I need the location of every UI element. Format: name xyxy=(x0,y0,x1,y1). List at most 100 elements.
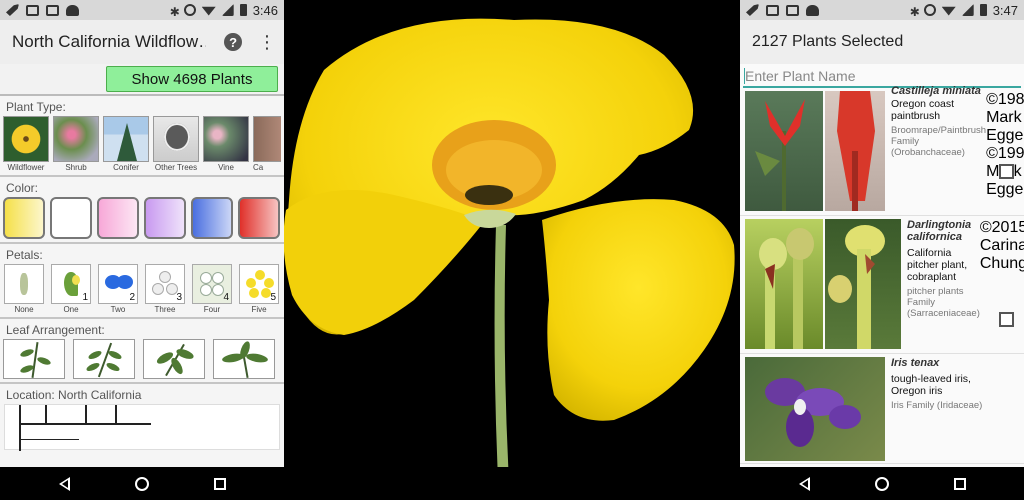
back-button[interactable] xyxy=(792,467,816,500)
plant-list-item[interactable]: Darlingtonia californica California pitc… xyxy=(740,216,1024,354)
alarm-icon xyxy=(923,4,936,16)
plant-type-label: Plant Type: xyxy=(6,100,66,114)
plant-type-caption: Other Trees xyxy=(154,163,198,172)
petal-tile: 4 xyxy=(192,264,232,304)
plant-list-item[interactable]: Iris tenax tough-leaved iris, Oregon iri… xyxy=(740,354,1024,464)
plant-type-cactus[interactable]: Ca xyxy=(253,116,281,172)
color-swatch-1[interactable] xyxy=(50,197,92,239)
poppy-petal-right xyxy=(542,199,735,421)
stem-shape xyxy=(97,342,113,378)
plant-type-shrub[interactable]: Shrub xyxy=(53,116,99,172)
leaf-arrangement-label: Leaf Arrangement: xyxy=(6,323,105,337)
color-swatch-3[interactable] xyxy=(144,197,186,239)
home-button[interactable] xyxy=(130,467,154,500)
leaf-shape xyxy=(19,347,35,359)
scientific-name: Darlingtonia californica xyxy=(907,219,972,243)
petal-shape xyxy=(212,284,224,296)
plant-list-item[interactable]: Castilleja miniata Oregon coast paintbru… xyxy=(740,85,1024,216)
plant-type-vine[interactable]: Vine xyxy=(203,116,249,172)
home-icon xyxy=(135,476,149,491)
paintbrush-closeup xyxy=(837,91,875,211)
petals-section: Petals: None 1 One 2 Two 3 Three 4 Four … xyxy=(0,244,284,319)
leaf-basal[interactable] xyxy=(213,339,275,379)
petals-five[interactable]: 5 Five xyxy=(238,264,280,314)
petal-shape xyxy=(212,272,224,284)
plant-type-wildflower[interactable]: Wildflower xyxy=(3,116,49,172)
petal-caption: Four xyxy=(203,305,221,314)
other-trees-thumbnail xyxy=(153,116,199,162)
plant-name-input[interactable] xyxy=(745,68,1021,84)
plant-type-caption: Shrub xyxy=(65,163,87,172)
location-map[interactable] xyxy=(4,404,280,451)
status-bar: ✱ 3:47 xyxy=(740,0,1024,20)
petal-tile: 1 xyxy=(51,264,91,304)
bluetooth-icon: ✱ xyxy=(169,4,180,19)
leaf-shape xyxy=(105,361,121,373)
back-button[interactable] xyxy=(52,467,76,500)
leaf-alternate[interactable] xyxy=(3,339,65,379)
leaf-opposite[interactable] xyxy=(73,339,135,379)
pitcher-plant-photo xyxy=(759,228,814,349)
flower-photo xyxy=(283,0,740,500)
family-name: Broomrape/Paintbrush Family (Orobanchace… xyxy=(891,125,987,158)
petal-tile xyxy=(4,264,44,304)
color-swatch-0[interactable] xyxy=(3,197,45,239)
petals-two[interactable]: 2 Two xyxy=(97,264,139,314)
color-swatch-2[interactable] xyxy=(97,197,139,239)
location-section: Location: North California xyxy=(0,384,284,451)
petal-tile: 2 xyxy=(98,264,138,304)
plant-type-caption: Vine xyxy=(218,163,234,172)
color-swatch-5[interactable] xyxy=(238,197,280,239)
plant-type-other-trees[interactable]: Other Trees xyxy=(153,116,199,172)
leaf-shape xyxy=(87,349,103,361)
leaf-whorled[interactable] xyxy=(143,339,205,379)
leaf-arrangement-section: Leaf Arrangement: xyxy=(0,319,284,384)
recents-icon xyxy=(214,477,226,490)
california-poppy-image xyxy=(283,18,735,500)
petal-center xyxy=(72,275,80,285)
petal-count: 5 xyxy=(270,292,276,303)
help-icon[interactable]: ? xyxy=(224,33,242,51)
select-checkbox[interactable] xyxy=(999,312,1014,327)
battery-icon xyxy=(979,4,987,16)
petal-shape xyxy=(152,283,164,295)
status-time: 3:46 xyxy=(252,2,278,18)
color-section: Color: xyxy=(0,177,284,244)
plant-type-conifer[interactable]: Conifer xyxy=(103,116,149,172)
petals-four[interactable]: 4 Four xyxy=(191,264,233,314)
petals-three[interactable]: 3 Three xyxy=(144,264,186,314)
shrub-thumbnail xyxy=(53,116,99,162)
family-name: pitcher plants Family (Sarraceniaceae) xyxy=(907,286,980,319)
four-petal-flower-icon xyxy=(200,272,212,284)
home-button[interactable] xyxy=(870,467,894,500)
petals-none[interactable]: None xyxy=(3,264,45,314)
wrench-icon xyxy=(6,4,19,16)
app-bar: North California Wildflow… ? ⋮ xyxy=(0,20,284,64)
show-bar: Show 4698 Plants xyxy=(0,64,284,96)
poppy-center xyxy=(465,185,513,205)
map-boundary xyxy=(115,405,117,425)
petal-caption: Two xyxy=(110,305,126,314)
vine-thumbnail xyxy=(203,116,249,162)
image-icon xyxy=(786,4,799,16)
petal-count: 4 xyxy=(223,292,229,303)
plant-type-caption: Ca xyxy=(253,163,264,172)
color-swatch-4[interactable] xyxy=(191,197,233,239)
petals-label: Petals: xyxy=(6,248,43,262)
recents-button[interactable] xyxy=(948,467,972,500)
bluetooth-icon: ✱ xyxy=(909,4,920,19)
scientific-name: Iris tenax xyxy=(891,357,940,369)
petals-one[interactable]: 1 One xyxy=(50,264,92,314)
select-checkbox[interactable] xyxy=(999,164,1014,179)
leaf-shape xyxy=(107,349,123,361)
plant-photo xyxy=(745,219,823,349)
home-icon xyxy=(875,476,889,491)
common-name: Oregon coast paintbrush xyxy=(891,98,955,122)
more-options-icon[interactable]: ⋮ xyxy=(258,33,276,51)
show-plants-button[interactable]: Show 4698 Plants xyxy=(106,66,278,92)
status-bar: ✱ 3:46 xyxy=(0,0,284,20)
recents-button[interactable] xyxy=(208,467,232,500)
petal-shape xyxy=(200,284,212,296)
status-time: 3:47 xyxy=(992,2,1018,18)
app-bar: 2127 Plants Selected xyxy=(740,20,1024,64)
